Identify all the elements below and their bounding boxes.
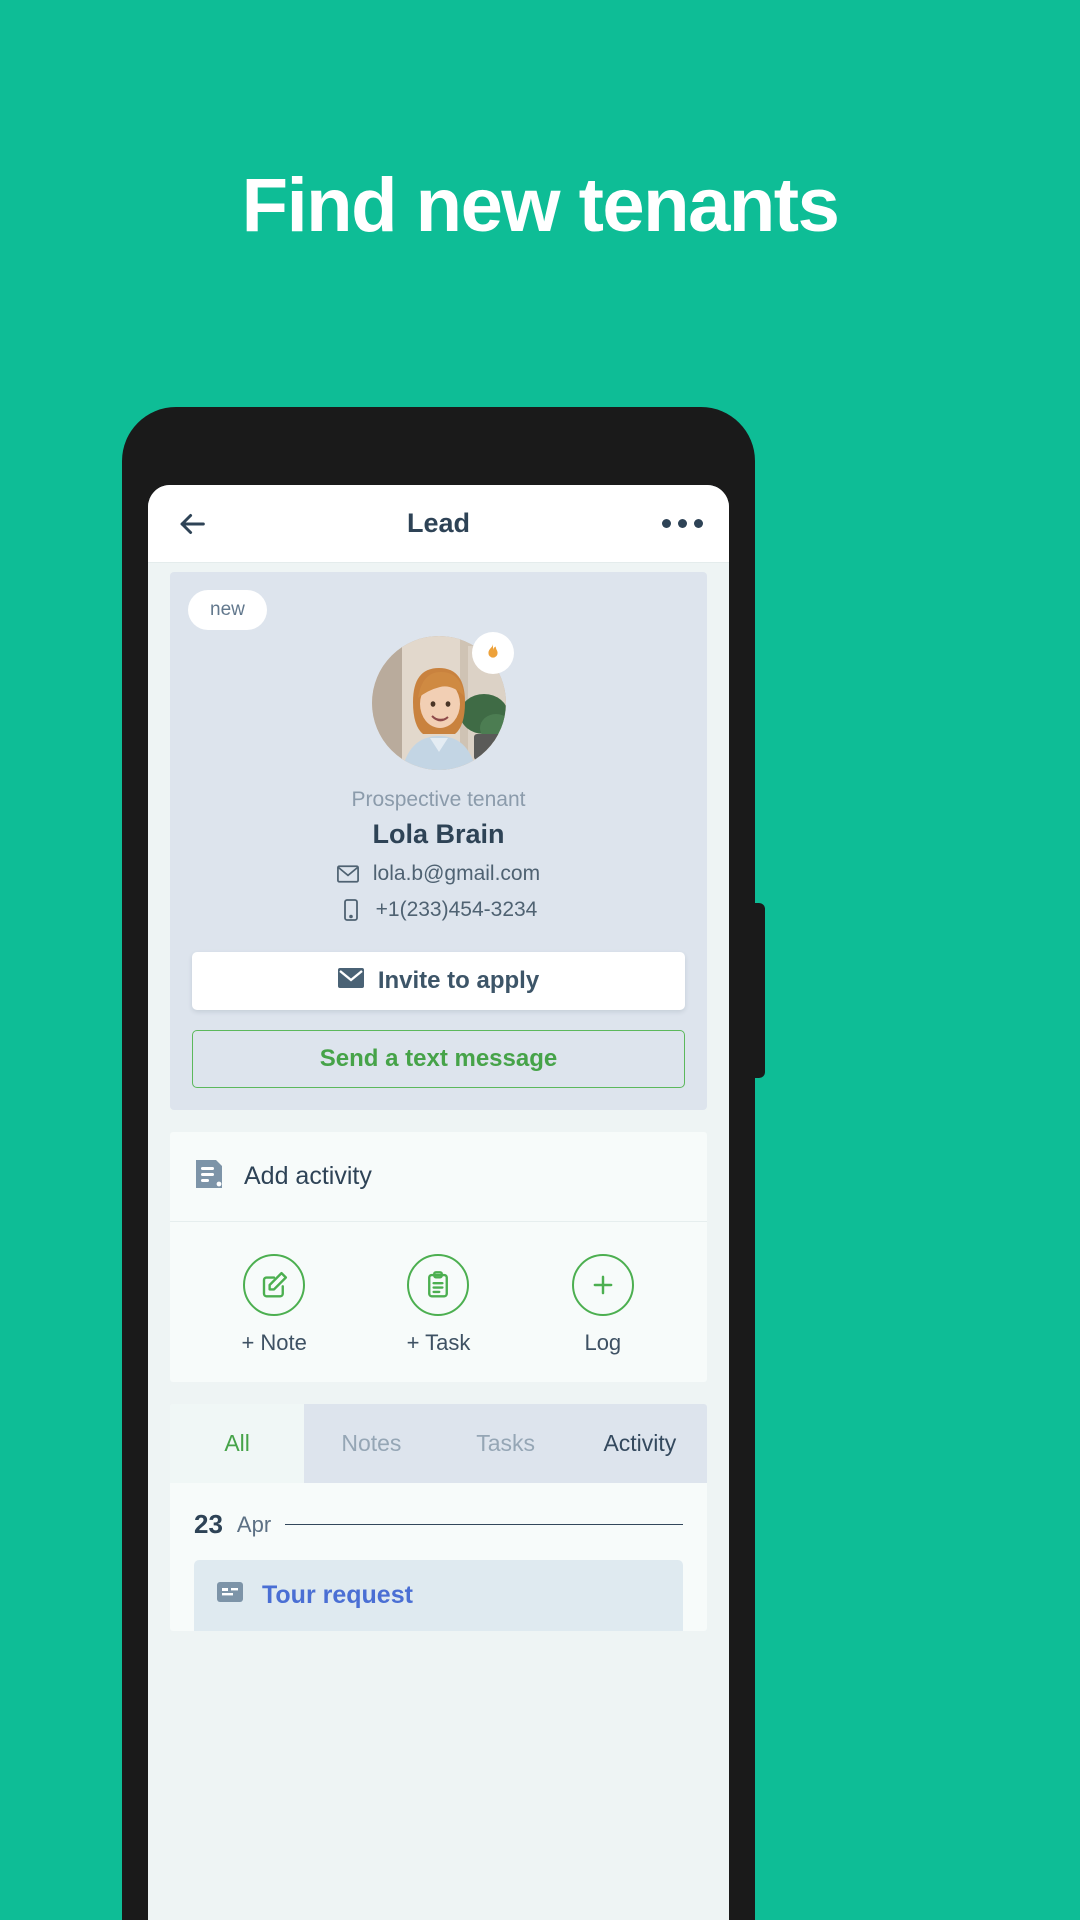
- status-badge: new: [188, 590, 267, 630]
- app-header: Lead: [148, 485, 729, 563]
- timeline-card: All Notes Tasks Activity 23 Apr Tour req…: [170, 1404, 707, 1631]
- lead-phone-row[interactable]: +1(233)454-3234: [170, 898, 707, 922]
- lead-role: Prospective tenant: [351, 788, 526, 811]
- timeline-date-month: Apr: [236, 1511, 272, 1537]
- lead-phone: +1(233)454-3234: [375, 898, 538, 921]
- message-icon: [216, 1580, 244, 1611]
- mobile-icon: [340, 899, 362, 921]
- send-text-label: Send a text message: [319, 1045, 558, 1072]
- add-activity-card: Add activity + Note + Task Log: [170, 1132, 707, 1382]
- invite-to-apply-button[interactable]: Invite to apply: [192, 952, 685, 1010]
- add-activity-label: Add activity: [244, 1162, 372, 1190]
- activity-action-row: + Note + Task Log: [170, 1222, 707, 1382]
- add-note-label: + Note: [241, 1330, 307, 1355]
- lead-name: Lola Brain: [372, 819, 505, 849]
- document-icon: [194, 1158, 224, 1195]
- timeline-list: 23 Apr Tour request: [170, 1483, 707, 1631]
- invite-label: Invite to apply: [377, 967, 540, 994]
- app-title: Lead: [406, 508, 471, 538]
- envelope-icon: [336, 863, 359, 885]
- avatar[interactable]: [371, 632, 514, 770]
- tab-notes[interactable]: Notes: [304, 1404, 439, 1483]
- plus-circle-icon: [571, 1254, 634, 1316]
- arrow-left-icon[interactable]: [174, 506, 210, 542]
- send-text-message-button[interactable]: Send a text message: [192, 1030, 685, 1088]
- note-edit-icon: [243, 1254, 306, 1316]
- timeline-entry[interactable]: Tour request: [194, 1560, 683, 1631]
- lead-profile-card: new Prospective tenant Lola Brain lola.b…: [170, 572, 707, 1110]
- lead-email-row[interactable]: lola.b@gmail.com: [170, 862, 707, 886]
- tab-all[interactable]: All: [170, 1404, 305, 1483]
- envelope-filled-icon: [337, 967, 364, 995]
- timeline-divider: [285, 1523, 683, 1526]
- page-title: Find new tenants: [241, 163, 840, 248]
- log-label: Log: [584, 1330, 622, 1355]
- add-activity-header[interactable]: Add activity: [170, 1132, 707, 1222]
- add-task-button[interactable]: + Task: [363, 1254, 513, 1356]
- timeline-tabs: All Notes Tasks Activity: [170, 1404, 707, 1483]
- tab-activity[interactable]: Activity: [572, 1404, 707, 1483]
- add-note-button[interactable]: + Note: [199, 1254, 349, 1356]
- add-task-label: + Task: [406, 1330, 471, 1355]
- clipboard-icon: [407, 1254, 470, 1316]
- phone-screen: Lead new Prospective tenant Lola Brain l…: [148, 485, 729, 1920]
- phone-side-button: [751, 903, 765, 1078]
- log-button[interactable]: Log: [528, 1254, 678, 1356]
- timeline-date-row: 23 Apr: [194, 1509, 683, 1540]
- tab-tasks[interactable]: Tasks: [438, 1404, 573, 1483]
- flame-icon: [471, 632, 514, 674]
- more-horizontal-icon[interactable]: [662, 519, 703, 528]
- timeline-date-day: 23: [194, 1509, 223, 1539]
- lead-email: lola.b@gmail.com: [372, 862, 541, 885]
- timeline-entry-title: Tour request: [262, 1581, 413, 1609]
